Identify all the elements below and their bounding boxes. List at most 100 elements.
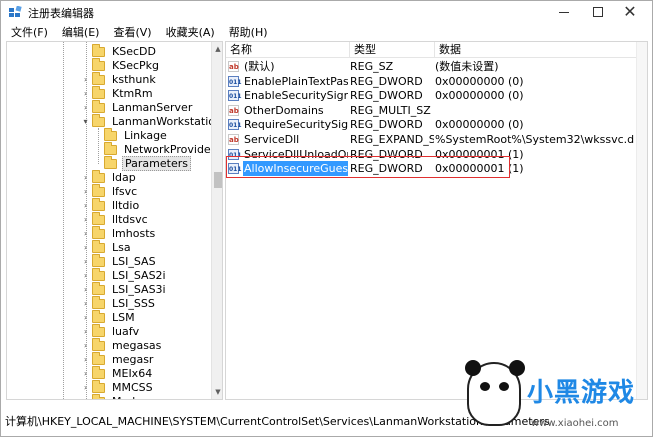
expand-chevron-icon[interactable]: › <box>81 212 90 227</box>
collapse-chevron-icon[interactable]: ▾ <box>81 114 90 129</box>
reg-string-icon: ab <box>228 61 239 72</box>
tree-item-label: megasas <box>112 339 162 352</box>
value-type: REG_MULTI_SZ <box>350 103 431 117</box>
tree-item[interactable]: Parameters <box>93 155 191 171</box>
tree-item[interactable]: › LSI_SAS <box>81 253 158 269</box>
expand-chevron-icon[interactable]: › <box>81 352 90 367</box>
scroll-up-arrow-icon[interactable]: ▲ <box>212 42 222 56</box>
tree-item[interactable]: › megasas <box>81 337 163 353</box>
watermark: 小黑游戏 www.xiaohei.com <box>461 356 651 436</box>
menu-help[interactable]: 帮助(H) <box>225 24 272 40</box>
tree-item[interactable]: KSecDD <box>81 43 158 59</box>
tree-item[interactable]: › lltdsvc <box>81 211 150 227</box>
menu-edit[interactable]: 编辑(E) <box>58 24 104 40</box>
expand-chevron-icon[interactable]: › <box>81 240 90 255</box>
menu-bar: 文件(F) 编辑(E) 查看(V) 收藏夹(A) 帮助(H) <box>1 23 652 41</box>
registry-values-list[interactable]: 名称 类型 数据 ab (默认) REG_SZ (数值未设置) 011 EnablePla… <box>225 41 648 400</box>
folder-icon <box>104 141 117 155</box>
menu-view[interactable]: 查看(V) <box>109 24 155 40</box>
expand-chevron-icon[interactable]: › <box>81 72 90 87</box>
folder-icon <box>92 99 105 113</box>
registry-value-row[interactable]: 011EnablePlainTextPasswordREG_DWORD 0x000… <box>226 74 638 89</box>
tree-item[interactable]: Linkage <box>93 127 169 143</box>
registry-value-row[interactable]: ab ServiceDll REG_EXPAND_SZ %SystemRoot%\Sy… <box>226 132 638 147</box>
value-name-cell[interactable]: 011RequireSecuritySignature <box>228 117 348 132</box>
folder-icon <box>92 337 105 351</box>
registry-key-tree[interactable]: KSecDD KSecPkg › ksthunk › KtmRm › LanmanServer… <box>6 41 223 400</box>
expand-chevron-icon[interactable]: › <box>81 310 90 325</box>
expand-chevron-icon[interactable]: › <box>81 324 90 339</box>
tree-item[interactable]: › LSI_SAS3i <box>81 281 168 297</box>
tree-item[interactable]: › lfsvc <box>81 183 139 199</box>
tree-item[interactable]: KSecPkg <box>81 57 161 73</box>
registry-value-row[interactable]: 011RequireSecuritySignatureREG_DWORD 0x00… <box>226 117 638 132</box>
tree-item[interactable]: ▾ LanmanWorkstation <box>81 113 211 129</box>
tree-item[interactable]: › luafv <box>81 323 141 339</box>
tree-item[interactable]: › LanmanServer <box>81 99 194 115</box>
expand-chevron-icon[interactable]: › <box>81 296 90 311</box>
folder-icon <box>92 71 105 85</box>
tree-item[interactable]: › lltdio <box>81 197 141 213</box>
reg-string-icon: ab <box>228 134 239 145</box>
list-vertical-scrollbar[interactable] <box>636 42 647 399</box>
expand-chevron-icon[interactable]: › <box>81 338 90 353</box>
tree-item-label: luafv <box>112 325 140 338</box>
expand-chevron-icon[interactable]: › <box>81 100 90 115</box>
folder-icon <box>92 113 105 127</box>
title-bar[interactable]: 注册表编辑器 ✕ <box>1 1 652 23</box>
close-button[interactable]: ✕ <box>608 1 652 23</box>
expand-chevron-icon[interactable]: › <box>81 184 90 199</box>
menu-favorites[interactable]: 收藏夹(A) <box>162 24 219 40</box>
expand-chevron-icon[interactable]: › <box>81 226 90 241</box>
registry-value-row[interactable]: ab (默认) REG_SZ (数值未设置) <box>226 59 638 74</box>
tree-item[interactable]: › LSI_SSS <box>81 295 157 311</box>
tree-item[interactable]: › megasr <box>81 351 155 367</box>
tree-item[interactable]: › KtmRm <box>81 85 155 101</box>
column-header-name[interactable]: 名称 <box>226 42 350 58</box>
value-name-cell[interactable]: ab (默认) <box>228 59 348 74</box>
expand-chevron-icon[interactable]: › <box>81 198 90 213</box>
tree-item[interactable]: NetworkProvider <box>93 141 211 157</box>
expand-chevron-icon[interactable]: › <box>81 394 90 399</box>
expand-chevron-icon[interactable]: › <box>81 268 90 283</box>
value-name-cell[interactable]: ab OtherDomains <box>228 103 348 118</box>
tree-item[interactable]: › lmhosts <box>81 225 157 241</box>
value-data: 0x00000000 (0) <box>435 74 524 88</box>
tree-item-label: LSI_SAS2i <box>112 269 166 282</box>
column-header-type[interactable]: 类型 <box>350 42 435 58</box>
folder-icon <box>92 351 105 365</box>
value-name: OtherDomains <box>244 103 324 117</box>
expand-chevron-icon[interactable]: › <box>81 366 90 381</box>
tree-item-label: Lsa <box>112 241 131 254</box>
expand-chevron-icon[interactable]: › <box>81 282 90 297</box>
expand-chevron-icon[interactable]: › <box>81 170 90 185</box>
column-header-data[interactable]: 数据 <box>435 42 636 58</box>
registry-value-row[interactable]: 011EnableSecuritySignatureREG_DWORD 0x000… <box>226 88 638 103</box>
tree-item[interactable]: › Lsa <box>81 239 133 255</box>
tree-item[interactable]: › LSI_SAS2i <box>81 267 168 283</box>
tree-item-label: LSI_SAS <box>112 255 156 268</box>
tree-vertical-scrollbar[interactable]: ▲ ▼ <box>211 42 222 399</box>
registry-value-row[interactable]: ab OtherDomains REG_MULTI_SZ <box>226 103 638 118</box>
tree-scroll-thumb[interactable] <box>214 172 222 188</box>
expand-chevron-icon[interactable]: › <box>81 254 90 269</box>
tree-item[interactable]: › LSM <box>81 309 137 325</box>
tree-item[interactable]: › ksthunk <box>81 71 158 87</box>
tree-item[interactable]: › MEIx64 <box>81 365 154 381</box>
value-name-cell[interactable]: 011EnableSecuritySignature <box>228 88 348 103</box>
value-name-cell[interactable]: ab ServiceDll <box>228 132 348 147</box>
folder-icon <box>92 43 105 57</box>
tree-item[interactable]: › MMCSS <box>81 379 155 395</box>
folder-icon <box>104 155 117 169</box>
expand-chevron-icon[interactable]: › <box>81 86 90 101</box>
value-name-cell[interactable]: 011EnablePlainTextPassword <box>228 74 348 89</box>
value-name: EnableSecuritySignature <box>244 89 348 103</box>
menu-file[interactable]: 文件(F) <box>7 24 52 40</box>
tree-item[interactable]: › Modem <box>81 393 155 399</box>
scroll-down-arrow-icon[interactable]: ▼ <box>212 385 222 399</box>
expand-chevron-icon[interactable]: › <box>81 380 90 395</box>
registry-editor-icon <box>9 6 22 17</box>
tree-item[interactable]: › ldap <box>81 169 138 185</box>
